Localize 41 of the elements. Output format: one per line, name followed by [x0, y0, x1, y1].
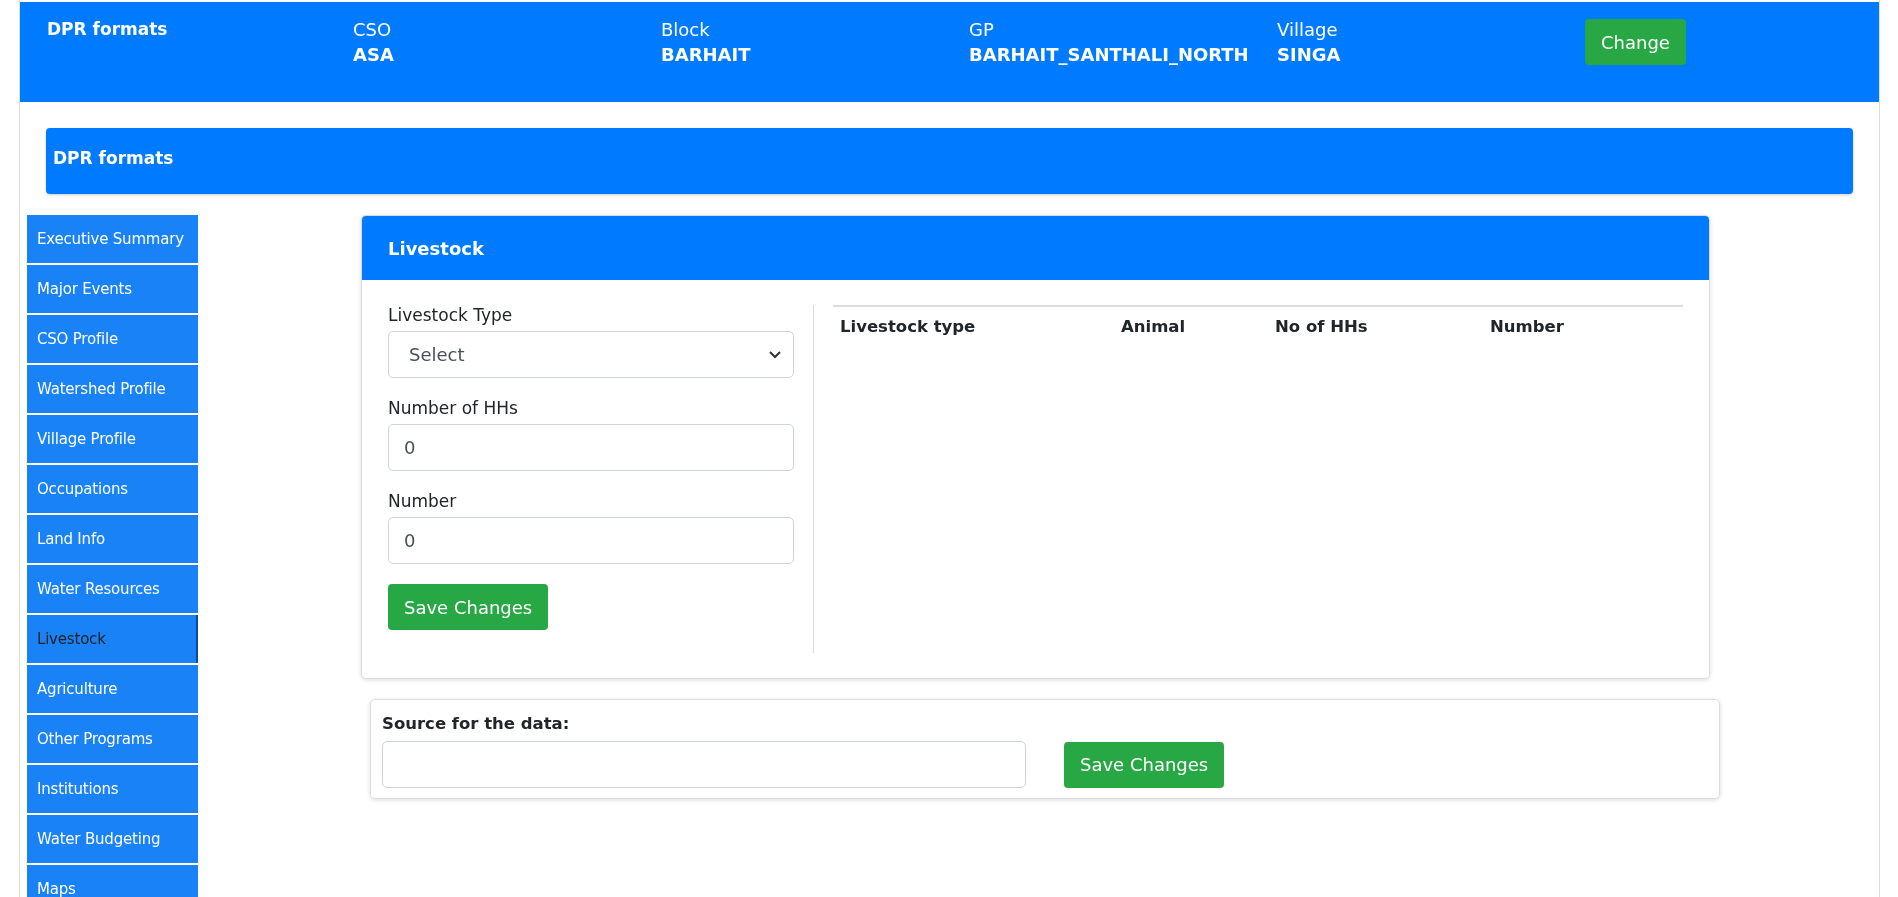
sidebar-item[interactable]: Agriculture — [27, 665, 198, 713]
column-header: No of HHs — [1275, 317, 1369, 336]
input-field[interactable]: 0 — [388, 517, 794, 564]
save-button[interactable]: Save Changes — [1064, 741, 1225, 788]
sidebar-item[interactable]: Land Info — [27, 515, 198, 563]
sidebar-item[interactable]: Institutions — [27, 765, 198, 813]
section-header: DPR formats — [46, 128, 1853, 194]
header-value: SINGA — [1277, 44, 1342, 65]
sidebar-item[interactable]: Other Programs — [27, 715, 198, 763]
sidebar-item[interactable]: CSO Profile — [27, 315, 198, 363]
sidebar-item[interactable]: Village Profile — [27, 415, 198, 463]
header-value: BARHAIT — [661, 44, 752, 65]
column-header: Animal — [1121, 317, 1187, 336]
sidebar-item[interactable]: Water Budgeting — [27, 815, 198, 863]
header-title: DPR formats — [47, 19, 169, 39]
field-label: Livestock Type — [388, 305, 514, 325]
sidebar-item[interactable]: Watershed Profile — [27, 365, 198, 413]
field-label: Number — [388, 491, 458, 511]
change-button[interactable]: Change — [1585, 19, 1686, 65]
sidebar-item[interactable]: Livestock — [27, 615, 198, 663]
header-label: CSO — [353, 19, 393, 40]
field-label: Number of HHs — [388, 398, 519, 418]
column-header: Livestock type — [840, 317, 977, 336]
header-value: ASA — [353, 44, 395, 65]
header-label: Block — [661, 19, 711, 40]
header-value: BARHAIT_SANTHALI_NORTH — [969, 44, 1250, 65]
sidebar-item[interactable]: Major Events — [27, 265, 198, 313]
save-button[interactable]: Save Changes — [388, 584, 549, 630]
sidebar-item[interactable]: Maps — [27, 865, 198, 897]
card-title: Livestock — [362, 216, 1709, 280]
header-label: Village — [1277, 19, 1339, 40]
select-field[interactable]: Select — [388, 331, 794, 378]
source-input[interactable] — [382, 741, 1026, 788]
input-field[interactable]: 0 — [388, 424, 794, 471]
column-header: Number — [1490, 317, 1565, 336]
sidebar-item[interactable]: Water Resources — [27, 565, 198, 613]
source-label: Source for the data: — [382, 714, 571, 733]
sidebar-item[interactable]: Occupations — [27, 465, 198, 513]
sidebar-item[interactable]: Executive Summary — [27, 215, 198, 263]
header-label: GP — [969, 19, 995, 40]
chevron-down-icon — [769, 350, 781, 359]
